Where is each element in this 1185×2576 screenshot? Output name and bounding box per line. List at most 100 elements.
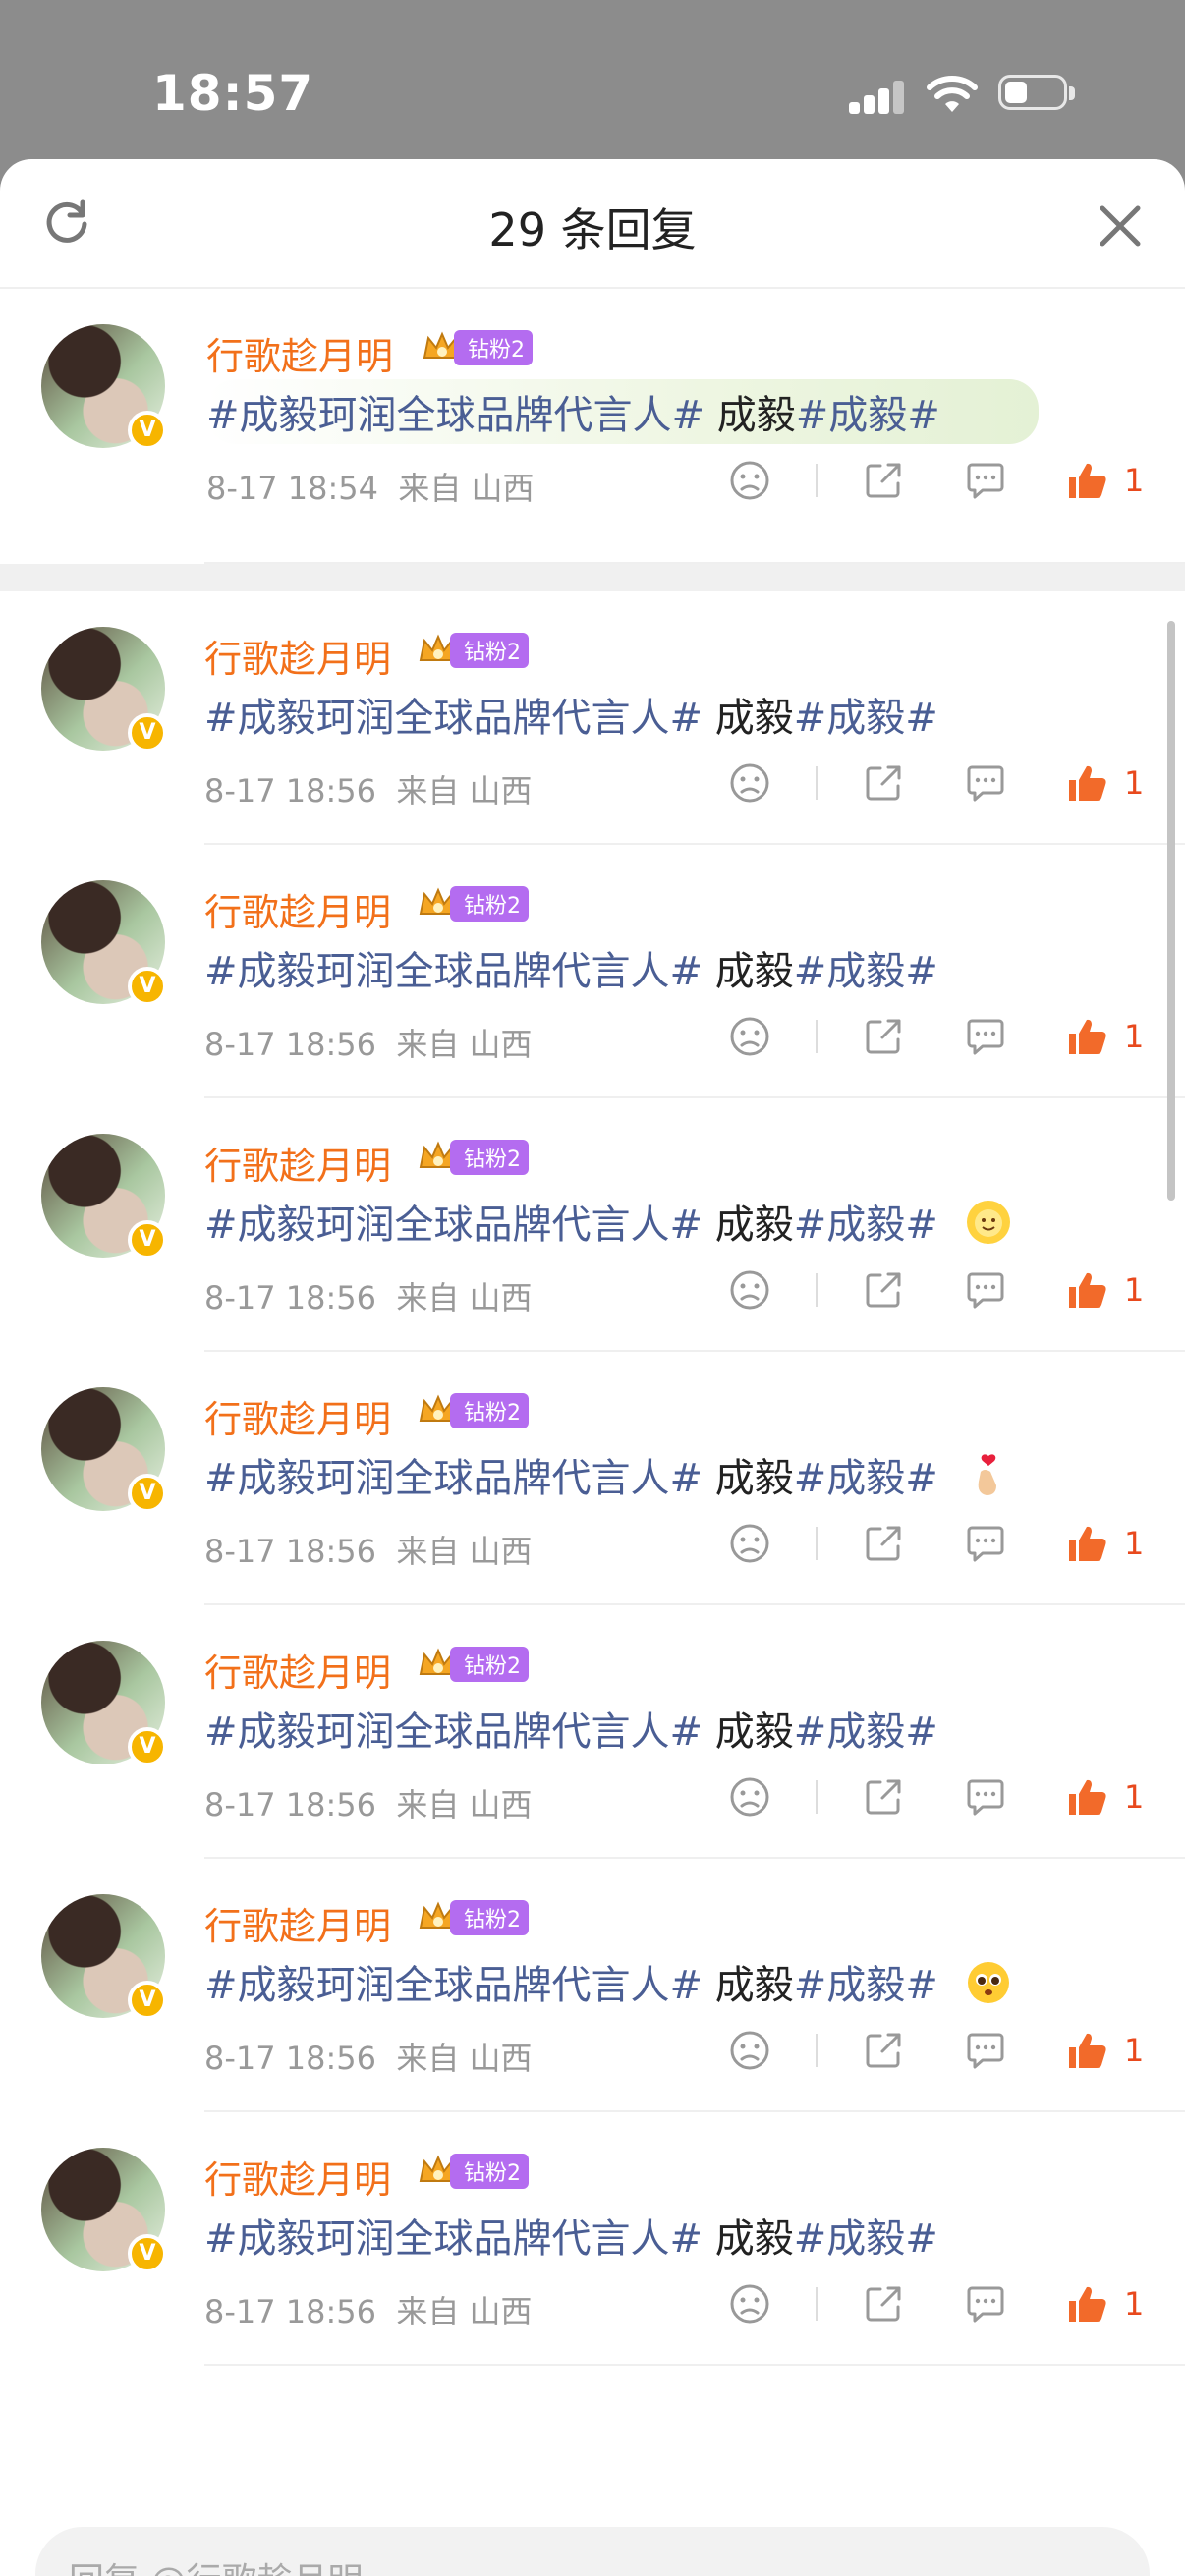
comment-text: 成毅	[703, 2216, 794, 2262]
status-bar: 18:57	[0, 0, 1185, 157]
comment-username[interactable]: 行歌趁月明	[204, 1389, 391, 1443]
comment-icon[interactable]	[963, 1014, 1008, 1059]
fan-badge[interactable]: 钻粉2	[417, 1898, 529, 1937]
comment-location: 来自 山西	[396, 2040, 533, 2077]
like-thumb-icon[interactable]	[1065, 2281, 1110, 2326]
comment-item[interactable]: V 行歌趁月明 钻粉2 #成毅珂润全球品牌代言人# 成毅#成毅# 8-17 18…	[0, 1605, 1185, 1859]
comment-icon[interactable]	[963, 760, 1008, 806]
comment-item[interactable]: V 行歌趁月明 钻粉2 #成毅珂润全球品牌代言人# 成毅#成毅# 8-17 18…	[0, 1352, 1185, 1605]
dislike-face-icon[interactable]	[727, 1521, 772, 1566]
fan-badge[interactable]: 钻粉2	[421, 328, 533, 367]
comment-icon[interactable]	[963, 1774, 1008, 1820]
topic-link[interactable]: #成毅#	[794, 1709, 938, 1755]
fan-level-label: 钻粉2	[450, 2154, 529, 2189]
like-thumb-icon[interactable]	[1065, 1267, 1110, 1313]
share-icon[interactable]	[861, 1521, 906, 1566]
row-divider	[204, 2364, 1185, 2366]
reply-input[interactable]: 回复 @行歌趁月明	[35, 2527, 1150, 2576]
comment-icon[interactable]	[963, 458, 1008, 503]
comment-meta: 8-17 18:56 来自 山西	[204, 766, 533, 812]
share-icon[interactable]	[861, 458, 906, 503]
comment-item[interactable]: V 行歌趁月明 钻粉2 #成毅珂润全球品牌代言人# 成毅#成毅# 8-17 18…	[0, 591, 1185, 845]
like-count: 1	[1124, 2032, 1145, 2069]
comment-actions: 1	[727, 1014, 1159, 1061]
comment-content: #成毅珂润全球品牌代言人# 成毅#成毅#	[206, 379, 1039, 444]
comment-time: 8-17 18:56	[204, 1279, 377, 1316]
topic-link[interactable]: #成毅珂润全球品牌代言人#	[206, 393, 705, 438]
topic-link[interactable]: #成毅珂润全球品牌代言人#	[204, 696, 703, 741]
topic-link[interactable]: #成毅#	[796, 393, 940, 438]
section-divider	[0, 564, 1185, 591]
scrollbar[interactable]	[1167, 621, 1175, 1201]
comment-item[interactable]: V 行歌趁月明 钻粉2 #成毅珂润全球品牌代言人# 成毅#成毅# 8-17 18…	[0, 1098, 1185, 1352]
share-icon[interactable]	[861, 1267, 906, 1313]
comment-username[interactable]: 行歌趁月明	[204, 2150, 391, 2204]
share-icon[interactable]	[861, 760, 906, 806]
like-thumb-icon[interactable]	[1065, 1521, 1110, 1566]
topic-link[interactable]: #成毅#	[794, 1963, 938, 2008]
comment-list: V 行歌趁月明 钻粉2 #成毅珂润全球品牌代言人# 成毅#成毅# 8-17 18…	[0, 289, 1185, 2366]
comment-username[interactable]: 行歌趁月明	[204, 629, 391, 683]
comment-location: 来自 山西	[396, 1026, 533, 1063]
comment-meta: 8-17 18:56 来自 山西	[204, 1527, 533, 1572]
like-thumb-icon[interactable]	[1065, 760, 1110, 806]
comment-text: 成毅	[703, 696, 794, 741]
comment-username[interactable]: 行歌趁月明	[206, 326, 393, 380]
fan-badge[interactable]: 钻粉2	[417, 1138, 529, 1177]
dislike-face-icon[interactable]	[727, 2281, 772, 2326]
share-icon[interactable]	[861, 2281, 906, 2326]
like-thumb-icon[interactable]	[1065, 1774, 1110, 1820]
comment-item[interactable]: V 行歌趁月明 钻粉2 #成毅珂润全球品牌代言人# 成毅#成毅# 8-17 18…	[0, 2112, 1185, 2366]
share-icon[interactable]	[861, 1014, 906, 1059]
dislike-face-icon[interactable]	[727, 458, 772, 503]
comment-username[interactable]: 行歌趁月明	[204, 882, 391, 936]
verified-badge-icon: V	[128, 2234, 167, 2273]
close-icon[interactable]	[1093, 198, 1148, 253]
comment-item[interactable]: V 行歌趁月明 钻粉2 #成毅珂润全球品牌代言人# 成毅#成毅# 8-17 18…	[0, 845, 1185, 1098]
comment-username[interactable]: 行歌趁月明	[204, 1643, 391, 1697]
comment-content: #成毅珂润全球品牌代言人# 成毅#成毅#	[204, 1193, 1012, 1250]
dislike-face-icon[interactable]	[727, 1267, 772, 1313]
comment-item[interactable]: V 行歌趁月明 钻粉2 #成毅珂润全球品牌代言人# 成毅#成毅# 8-17 18…	[0, 1859, 1185, 2112]
status-time: 18:57	[152, 65, 314, 122]
comment-location: 来自 山西	[396, 2293, 533, 2330]
topic-link[interactable]: #成毅珂润全球品牌代言人#	[204, 1709, 703, 1755]
fan-badge[interactable]: 钻粉2	[417, 1645, 529, 1684]
share-icon[interactable]	[861, 2028, 906, 2073]
comment-icon[interactable]	[963, 1521, 1008, 1566]
dislike-face-icon[interactable]	[727, 760, 772, 806]
fan-badge[interactable]: 钻粉2	[417, 2152, 529, 2191]
comment-text: 成毅	[703, 1963, 794, 2008]
share-icon[interactable]	[861, 1774, 906, 1820]
topic-link[interactable]: #成毅珂润全球品牌代言人#	[204, 1456, 703, 1501]
comment-username[interactable]: 行歌趁月明	[204, 1136, 391, 1190]
topic-link[interactable]: #成毅#	[794, 696, 938, 741]
topic-link[interactable]: #成毅珂润全球品牌代言人#	[204, 2216, 703, 2262]
topic-link[interactable]: #成毅#	[794, 1203, 938, 1248]
dislike-face-icon[interactable]	[727, 1774, 772, 1820]
like-thumb-icon[interactable]	[1065, 2028, 1110, 2073]
like-thumb-icon[interactable]	[1065, 1014, 1110, 1059]
comment-icon[interactable]	[963, 2281, 1008, 2326]
topic-link[interactable]: #成毅珂润全球品牌代言人#	[204, 1963, 703, 2008]
comment-item[interactable]: V 行歌趁月明 钻粉2 #成毅珂润全球品牌代言人# 成毅#成毅# 8-17 18…	[0, 289, 1185, 564]
comment-username[interactable]: 行歌趁月明	[204, 1896, 391, 1950]
fan-badge[interactable]: 钻粉2	[417, 1391, 529, 1430]
comment-location: 来自 山西	[396, 1279, 533, 1316]
topic-link[interactable]: #成毅珂润全球品牌代言人#	[204, 949, 703, 994]
comment-content: #成毅珂润全球品牌代言人# 成毅#成毅#	[204, 1953, 1012, 2010]
comment-icon[interactable]	[963, 2028, 1008, 2073]
dislike-face-icon[interactable]	[727, 1014, 772, 1059]
dislike-face-icon[interactable]	[727, 2028, 772, 2073]
topic-link[interactable]: #成毅#	[794, 2216, 938, 2262]
sheet-title: 29 条回复	[488, 203, 697, 256]
topic-link[interactable]: #成毅#	[794, 949, 938, 994]
verified-badge-icon: V	[128, 967, 167, 1006]
like-thumb-icon[interactable]	[1065, 458, 1110, 503]
topic-link[interactable]: #成毅珂润全球品牌代言人#	[204, 1203, 703, 1248]
like-count: 1	[1124, 1018, 1145, 1055]
fan-badge[interactable]: 钻粉2	[417, 631, 529, 670]
topic-link[interactable]: #成毅#	[794, 1456, 938, 1501]
fan-badge[interactable]: 钻粉2	[417, 884, 529, 924]
comment-icon[interactable]	[963, 1267, 1008, 1313]
